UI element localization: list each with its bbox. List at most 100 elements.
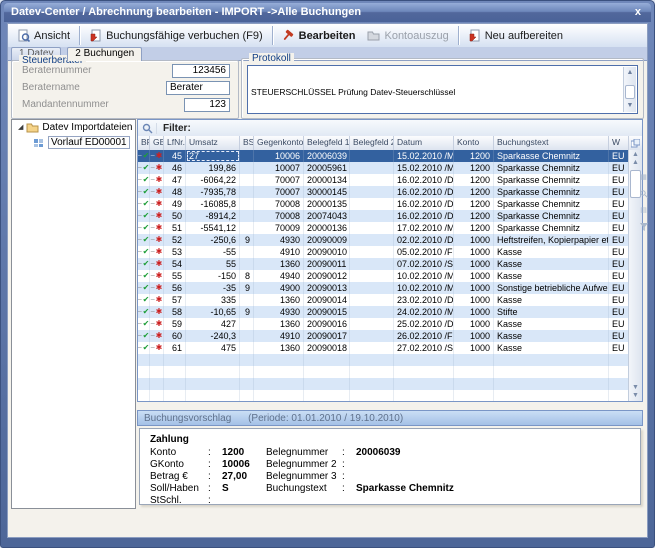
cell-buchungstext[interactable]: Kasse	[494, 294, 609, 306]
cell-buchungstext[interactable]: Sparkasse Chemnitz	[494, 198, 609, 210]
cell-gegenkonto[interactable]: 4940	[254, 270, 304, 282]
column-chooser-icon[interactable]	[629, 136, 642, 151]
cell-bs[interactable]: 9	[240, 234, 254, 246]
cell-bs[interactable]	[240, 330, 254, 342]
cell-bs[interactable]	[240, 258, 254, 270]
verbuchen-button[interactable]: Buchungsfähige verbuchen (F9)	[83, 27, 269, 44]
cell-buchungstext[interactable]: Stifte	[494, 306, 609, 318]
cell-buchungstext[interactable]: Sparkasse Chemnitz	[494, 210, 609, 222]
table-row[interactable]: –✔–✱5942713602009001625.02.2010 /Do1000K…	[138, 318, 629, 330]
cell-w[interactable]: EU	[609, 270, 629, 282]
table-row[interactable]: –✔–✱55-150849402009001210.02.2010 /Mi100…	[138, 270, 629, 282]
cell-lfnr[interactable]: 59	[164, 318, 186, 330]
cell-umsatz[interactable]: -6064,22	[186, 174, 240, 186]
cell-gegenkonto[interactable]: 1360	[254, 294, 304, 306]
cell-buchungstext[interactable]: Sparkasse Chemnitz	[494, 150, 609, 162]
cell-belegfeld2[interactable]	[350, 282, 394, 294]
cell-bs[interactable]	[240, 294, 254, 306]
scroll-up-icon[interactable]: ▲	[632, 159, 639, 166]
cell-konto[interactable]: 1200	[454, 174, 494, 186]
cell-buchungstext[interactable]: Sparkasse Chemnitz	[494, 186, 609, 198]
table-row[interactable]: –✔–✱56-35949002009001310.02.2010 /Mi1000…	[138, 282, 629, 294]
cell-belegfeld2[interactable]	[350, 246, 394, 258]
cell-buchungstext[interactable]: Heftstreifen, Kopierpapier etc	[494, 234, 609, 246]
cell-konto[interactable]: 1000	[454, 282, 494, 294]
cell-lfnr[interactable]: 55	[164, 270, 186, 282]
cell-lfnr[interactable]: 60	[164, 330, 186, 342]
cell-belegfeld2[interactable]	[350, 342, 394, 354]
cell-konto[interactable]: 1000	[454, 318, 494, 330]
cell-datum[interactable]: 16.02.2010 /Di	[394, 174, 454, 186]
cell-w[interactable]: EU	[609, 234, 629, 246]
cell-belegfeld1[interactable]: 20090015	[304, 306, 350, 318]
cell-w[interactable]: EU	[609, 246, 629, 258]
cell-bs[interactable]	[240, 246, 254, 258]
col-header-gb[interactable]: GB	[150, 136, 164, 150]
cell-datum[interactable]: 10.02.2010 /Mi	[394, 282, 454, 294]
cell-belegfeld1[interactable]: 20090016	[304, 318, 350, 330]
cell-bs[interactable]: 8	[240, 270, 254, 282]
cell-umsatz[interactable]: 27	[186, 150, 240, 162]
cell-konto[interactable]: 1000	[454, 246, 494, 258]
tree-item-label[interactable]: Vorlauf ED00001	[48, 136, 130, 149]
cell-umsatz[interactable]: -5541,12	[186, 222, 240, 234]
cell-belegfeld2[interactable]	[350, 306, 394, 318]
cell-konto[interactable]: 1000	[454, 234, 494, 246]
cell-konto[interactable]: 1200	[454, 162, 494, 174]
table-row[interactable]: –✔–✱5733513602009001423.02.2010 /Di1000K…	[138, 294, 629, 306]
cell-bs[interactable]	[240, 222, 254, 234]
cell-lfnr[interactable]: 51	[164, 222, 186, 234]
col-header-buchungstext[interactable]: Buchungstext	[494, 136, 609, 150]
cell-datum[interactable]: 02.02.2010 /Di	[394, 234, 454, 246]
cell-w[interactable]: EU	[609, 222, 629, 234]
cell-umsatz[interactable]: -7935,78	[186, 186, 240, 198]
cell-konto[interactable]: 1000	[454, 270, 494, 282]
cell-konto[interactable]: 1200	[454, 198, 494, 210]
cell-datum[interactable]: 27.02.2010 /Sa	[394, 342, 454, 354]
tree-item-vorlauf[interactable]: Vorlauf ED00001	[12, 135, 135, 150]
cell-w[interactable]: EU	[609, 186, 629, 198]
cell-bs[interactable]: 9	[240, 282, 254, 294]
cell-lfnr[interactable]: 46	[164, 162, 186, 174]
table-row[interactable]: –✔–✱51-5541,12700092000013617.02.2010 /M…	[138, 222, 629, 234]
cell-gegenkonto[interactable]: 70008	[254, 210, 304, 222]
cell-lfnr[interactable]: 47	[164, 174, 186, 186]
cell-belegfeld2[interactable]	[350, 270, 394, 282]
cell-buchungstext[interactable]: Kasse	[494, 318, 609, 330]
cell-w[interactable]: EU	[609, 282, 629, 294]
table-row[interactable]: –✔–✱58-10,65949302009001524.02.2010 /Mi1…	[138, 306, 629, 318]
col-header-belegfeld2[interactable]: Belegfeld 2	[350, 136, 394, 150]
cell-umsatz[interactable]: 199,86	[186, 162, 240, 174]
cell-datum[interactable]: 15.02.2010 /Mo	[394, 162, 454, 174]
cell-buchungstext[interactable]: Sonstige betriebliche Aufwendu	[494, 282, 609, 294]
cell-belegfeld1[interactable]: 20090017	[304, 330, 350, 342]
table-row[interactable]: –✔–✱50-8914,2700082007404316.02.2010 /Di…	[138, 210, 629, 222]
cell-belegfeld2[interactable]	[350, 234, 394, 246]
scroll-down-icon[interactable]: ▼	[632, 384, 639, 391]
cell-belegfeld2[interactable]	[350, 222, 394, 234]
cell-lfnr[interactable]: 58	[164, 306, 186, 318]
cell-datum[interactable]: 16.02.2010 /Di	[394, 186, 454, 198]
table-row[interactable]: –✔–✱60-240,349102009001726.02.2010 /Fr10…	[138, 330, 629, 342]
cell-umsatz[interactable]: 55	[186, 258, 240, 270]
table-row[interactable]: –✔–✱53-5549102009001005.02.2010 /Fr1000K…	[138, 246, 629, 258]
scroll-bottom-icon[interactable]: ▼	[632, 392, 639, 399]
cell-buchungstext[interactable]: Sparkasse Chemnitz	[494, 222, 609, 234]
cell-bs[interactable]: 9	[240, 306, 254, 318]
cell-lfnr[interactable]: 61	[164, 342, 186, 354]
cell-w[interactable]: EU	[609, 174, 629, 186]
cell-gegenkonto[interactable]: 4900	[254, 282, 304, 294]
cell-gegenkonto[interactable]: 10007	[254, 162, 304, 174]
scroll-up-icon[interactable]: ▲	[624, 68, 636, 78]
cell-buchungstext[interactable]: Kasse	[494, 342, 609, 354]
protokoll-log[interactable]: STEUERSCHLÜSSEL Prüfung Datev-Steuerschl…	[247, 65, 638, 114]
cell-lfnr[interactable]: 50	[164, 210, 186, 222]
cell-datum[interactable]: 15.02.2010 /Mo	[394, 150, 454, 162]
beratername-field[interactable]: Berater	[166, 81, 230, 95]
cell-w[interactable]: EU	[609, 306, 629, 318]
scroll-down-icon[interactable]: ▼	[624, 101, 636, 111]
beraternummer-field[interactable]: 123456	[172, 64, 230, 78]
cell-gegenkonto[interactable]: 4910	[254, 330, 304, 342]
table-row[interactable]: –✔–✱48-7935,78700073000014516.02.2010 /D…	[138, 186, 629, 198]
list-tool-icon[interactable]: ▤	[640, 207, 647, 214]
